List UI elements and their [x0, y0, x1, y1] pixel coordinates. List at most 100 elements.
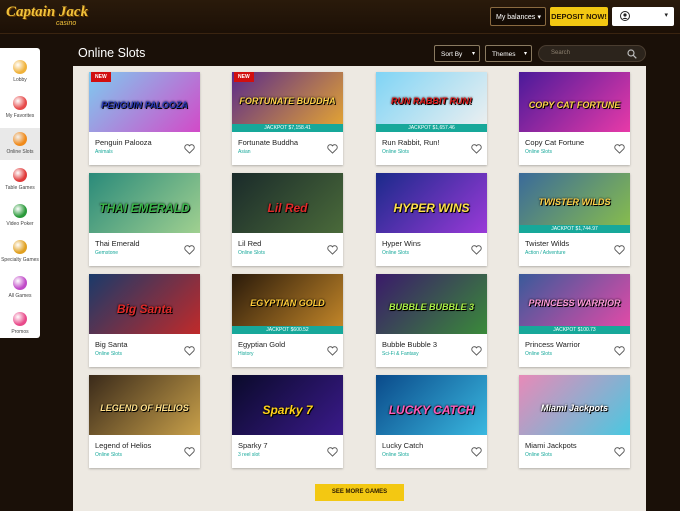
game-card[interactable]: BUBBLE BUBBLE 3 Bubble Bubble 3 Sci-Fi & F…: [376, 274, 487, 367]
game-category: 3 reel slot: [238, 452, 260, 458]
game-logo-text: EGYPTIAN GOLD: [250, 298, 325, 308]
game-card[interactable]: EGYPTIAN GOLD JACKPOT $600.52 Egyptian Gol…: [232, 274, 343, 367]
game-card[interactable]: PRINCESS WARRIOR JACKPOT $100.73 Princess …: [519, 274, 630, 367]
game-thumbnail[interactable]: Lil Red: [232, 173, 343, 233]
search-input[interactable]: Search: [538, 45, 646, 62]
chevron-down-icon: ▾: [664, 12, 668, 19]
game-card[interactable]: Lil Red Lil Red Online Slots: [232, 173, 343, 266]
favorite-heart-icon[interactable]: [471, 346, 482, 356]
page-title: Online Slots: [78, 46, 146, 60]
game-logo-text: RUN RABBIT RUN!: [391, 96, 472, 106]
game-logo-text: TWISTER WILDS: [538, 197, 611, 207]
game-card[interactable]: Sparky 7 Sparky 7 3 reel slot: [232, 375, 343, 468]
game-thumbnail[interactable]: LUCKY CATCH: [376, 375, 487, 435]
promos-gift-icon: [13, 312, 27, 326]
favorite-heart-icon[interactable]: [614, 346, 625, 356]
favorite-heart-icon[interactable]: [327, 144, 338, 154]
all-games-icon: [13, 276, 27, 290]
my-balances-dropdown[interactable]: My balances ▾: [490, 7, 546, 26]
game-card[interactable]: RUN RABBIT RUN! JACKPOT $1,657.46 Run Rabb…: [376, 72, 487, 165]
game-name: Run Rabbit, Run!: [382, 138, 440, 147]
game-thumbnail[interactable]: BUBBLE BUBBLE 3: [376, 274, 487, 334]
game-card[interactable]: Miami Jackpots Miami Jackpots Online Slots: [519, 375, 630, 468]
game-card[interactable]: LUCKY CATCH Lucky Catch Online Slots: [376, 375, 487, 468]
game-thumbnail[interactable]: Miami Jackpots: [519, 375, 630, 435]
favorite-heart-icon[interactable]: [184, 144, 195, 154]
favorite-heart-icon[interactable]: [327, 346, 338, 356]
game-name: Bubble Bubble 3: [382, 340, 438, 349]
game-thumbnail[interactable]: PRINCESS WARRIOR JACKPOT $100.73: [519, 274, 630, 334]
game-logo-text: BUBBLE BUBBLE 3: [388, 302, 474, 312]
favorite-heart-icon[interactable]: [614, 144, 625, 154]
jackpot-banner: JACKPOT $1,744.97: [519, 225, 630, 233]
sidebar-item-lobby[interactable]: Lobby: [0, 56, 40, 88]
game-logo-text: Miami Jackpots: [540, 403, 609, 413]
game-name: Copy Cat Fortune: [525, 138, 585, 147]
themes-dropdown[interactable]: Themes ▾: [485, 45, 532, 62]
sidebar-item-promos[interactable]: Promos: [0, 308, 40, 340]
sidebar-item-label: Table Games: [5, 185, 35, 191]
favorites-heart-icon: [13, 96, 27, 110]
game-category: Online Slots: [525, 351, 552, 357]
new-badge: NEW: [91, 72, 111, 82]
see-more-games-button[interactable]: SEE MORE GAMES: [315, 484, 404, 501]
game-category: Gemstone: [95, 250, 119, 256]
favorite-heart-icon[interactable]: [471, 144, 482, 154]
game-thumbnail[interactable]: FORTUNATE BUDDHA NEW JACKPOT $7,158.41: [232, 72, 343, 132]
game-card[interactable]: Big Santa Big Santa Online Slots: [89, 274, 200, 367]
game-thumbnail[interactable]: Sparky 7: [232, 375, 343, 435]
game-thumbnail[interactable]: RUN RABBIT RUN! JACKPOT $1,657.46: [376, 72, 487, 132]
game-card[interactable]: TWISTER WILDS JACKPOT $1,744.97 Twister Wi…: [519, 173, 630, 266]
game-logo-text: FORTUNATE BUDDHA: [239, 96, 336, 106]
game-thumbnail[interactable]: HYPER WINS: [376, 173, 487, 233]
game-thumbnail[interactable]: TWISTER WILDS JACKPOT $1,744.97: [519, 173, 630, 233]
sort-by-dropdown[interactable]: Sort By ▾: [434, 45, 480, 62]
game-name: Twister Wilds: [525, 239, 570, 248]
sidebar-item-specialty-games[interactable]: Specialty Games: [0, 236, 40, 268]
favorite-heart-icon[interactable]: [327, 245, 338, 255]
game-thumbnail[interactable]: COPY CAT FORTUNE: [519, 72, 630, 132]
favorite-heart-icon[interactable]: [471, 447, 482, 457]
sidebar-item-video-poker[interactable]: Video Poker: [0, 200, 40, 232]
slots-icon: [13, 132, 27, 146]
game-name: Egyptian Gold: [238, 340, 286, 349]
game-card[interactable]: LEGEND OF HELIOS Legend of Helios Online S…: [89, 375, 200, 468]
favorite-heart-icon[interactable]: [471, 245, 482, 255]
game-category: Animals: [95, 149, 113, 155]
search-icon[interactable]: [627, 49, 637, 59]
sidebar-item-all-games[interactable]: All Games: [0, 272, 40, 304]
game-card[interactable]: COPY CAT FORTUNE Copy Cat Fortune Online S…: [519, 72, 630, 165]
game-thumbnail[interactable]: EGYPTIAN GOLD JACKPOT $600.52: [232, 274, 343, 334]
game-thumbnail[interactable]: PENGUIN PALOOZA NEW: [89, 72, 200, 132]
sidebar-item-my-favorites[interactable]: My Favorites: [0, 92, 40, 124]
user-icon: [620, 11, 630, 21]
sidebar-item-table-games[interactable]: Table Games: [0, 164, 40, 196]
favorite-heart-icon[interactable]: [327, 447, 338, 457]
game-thumbnail[interactable]: THAI EMERALD: [89, 173, 200, 233]
favorite-heart-icon[interactable]: [184, 245, 195, 255]
sidebar-item-online-slots[interactable]: Online Slots: [0, 128, 40, 160]
game-logo-text: Big Santa: [116, 302, 173, 316]
deposit-now-button[interactable]: DEPOSIT NOW!: [550, 7, 608, 26]
favorite-heart-icon[interactable]: [184, 447, 195, 457]
game-card[interactable]: PENGUIN PALOOZA NEW Penguin Palooza Animals: [89, 72, 200, 165]
game-thumbnail[interactable]: LEGEND OF HELIOS: [89, 375, 200, 435]
user-menu-button[interactable]: ▾: [612, 7, 674, 26]
game-name: Big Santa: [95, 340, 128, 349]
jackpot-banner: JACKPOT $1,657.46: [376, 124, 487, 132]
favorite-heart-icon[interactable]: [614, 447, 625, 457]
sidebar-item-label: Video Poker: [6, 221, 34, 227]
game-name: Thai Emerald: [95, 239, 140, 248]
captain-jack-logo[interactable]: Captain Jack casino: [6, 4, 98, 30]
favorite-heart-icon[interactable]: [614, 245, 625, 255]
game-logo-text: PENGUIN PALOOZA: [101, 100, 188, 110]
game-card[interactable]: THAI EMERALD Thai Emerald Gemstone: [89, 173, 200, 266]
favorite-heart-icon[interactable]: [184, 346, 195, 356]
game-category: Online Slots: [382, 149, 409, 155]
game-card[interactable]: FORTUNATE BUDDHA NEW JACKPOT $7,158.41 Fort…: [232, 72, 343, 165]
game-category: Online Slots: [382, 250, 409, 256]
search-placeholder: Search: [551, 50, 571, 56]
game-card[interactable]: HYPER WINS Hyper Wins Online Slots: [376, 173, 487, 266]
game-thumbnail[interactable]: Big Santa: [89, 274, 200, 334]
themes-label: Themes: [492, 51, 516, 58]
